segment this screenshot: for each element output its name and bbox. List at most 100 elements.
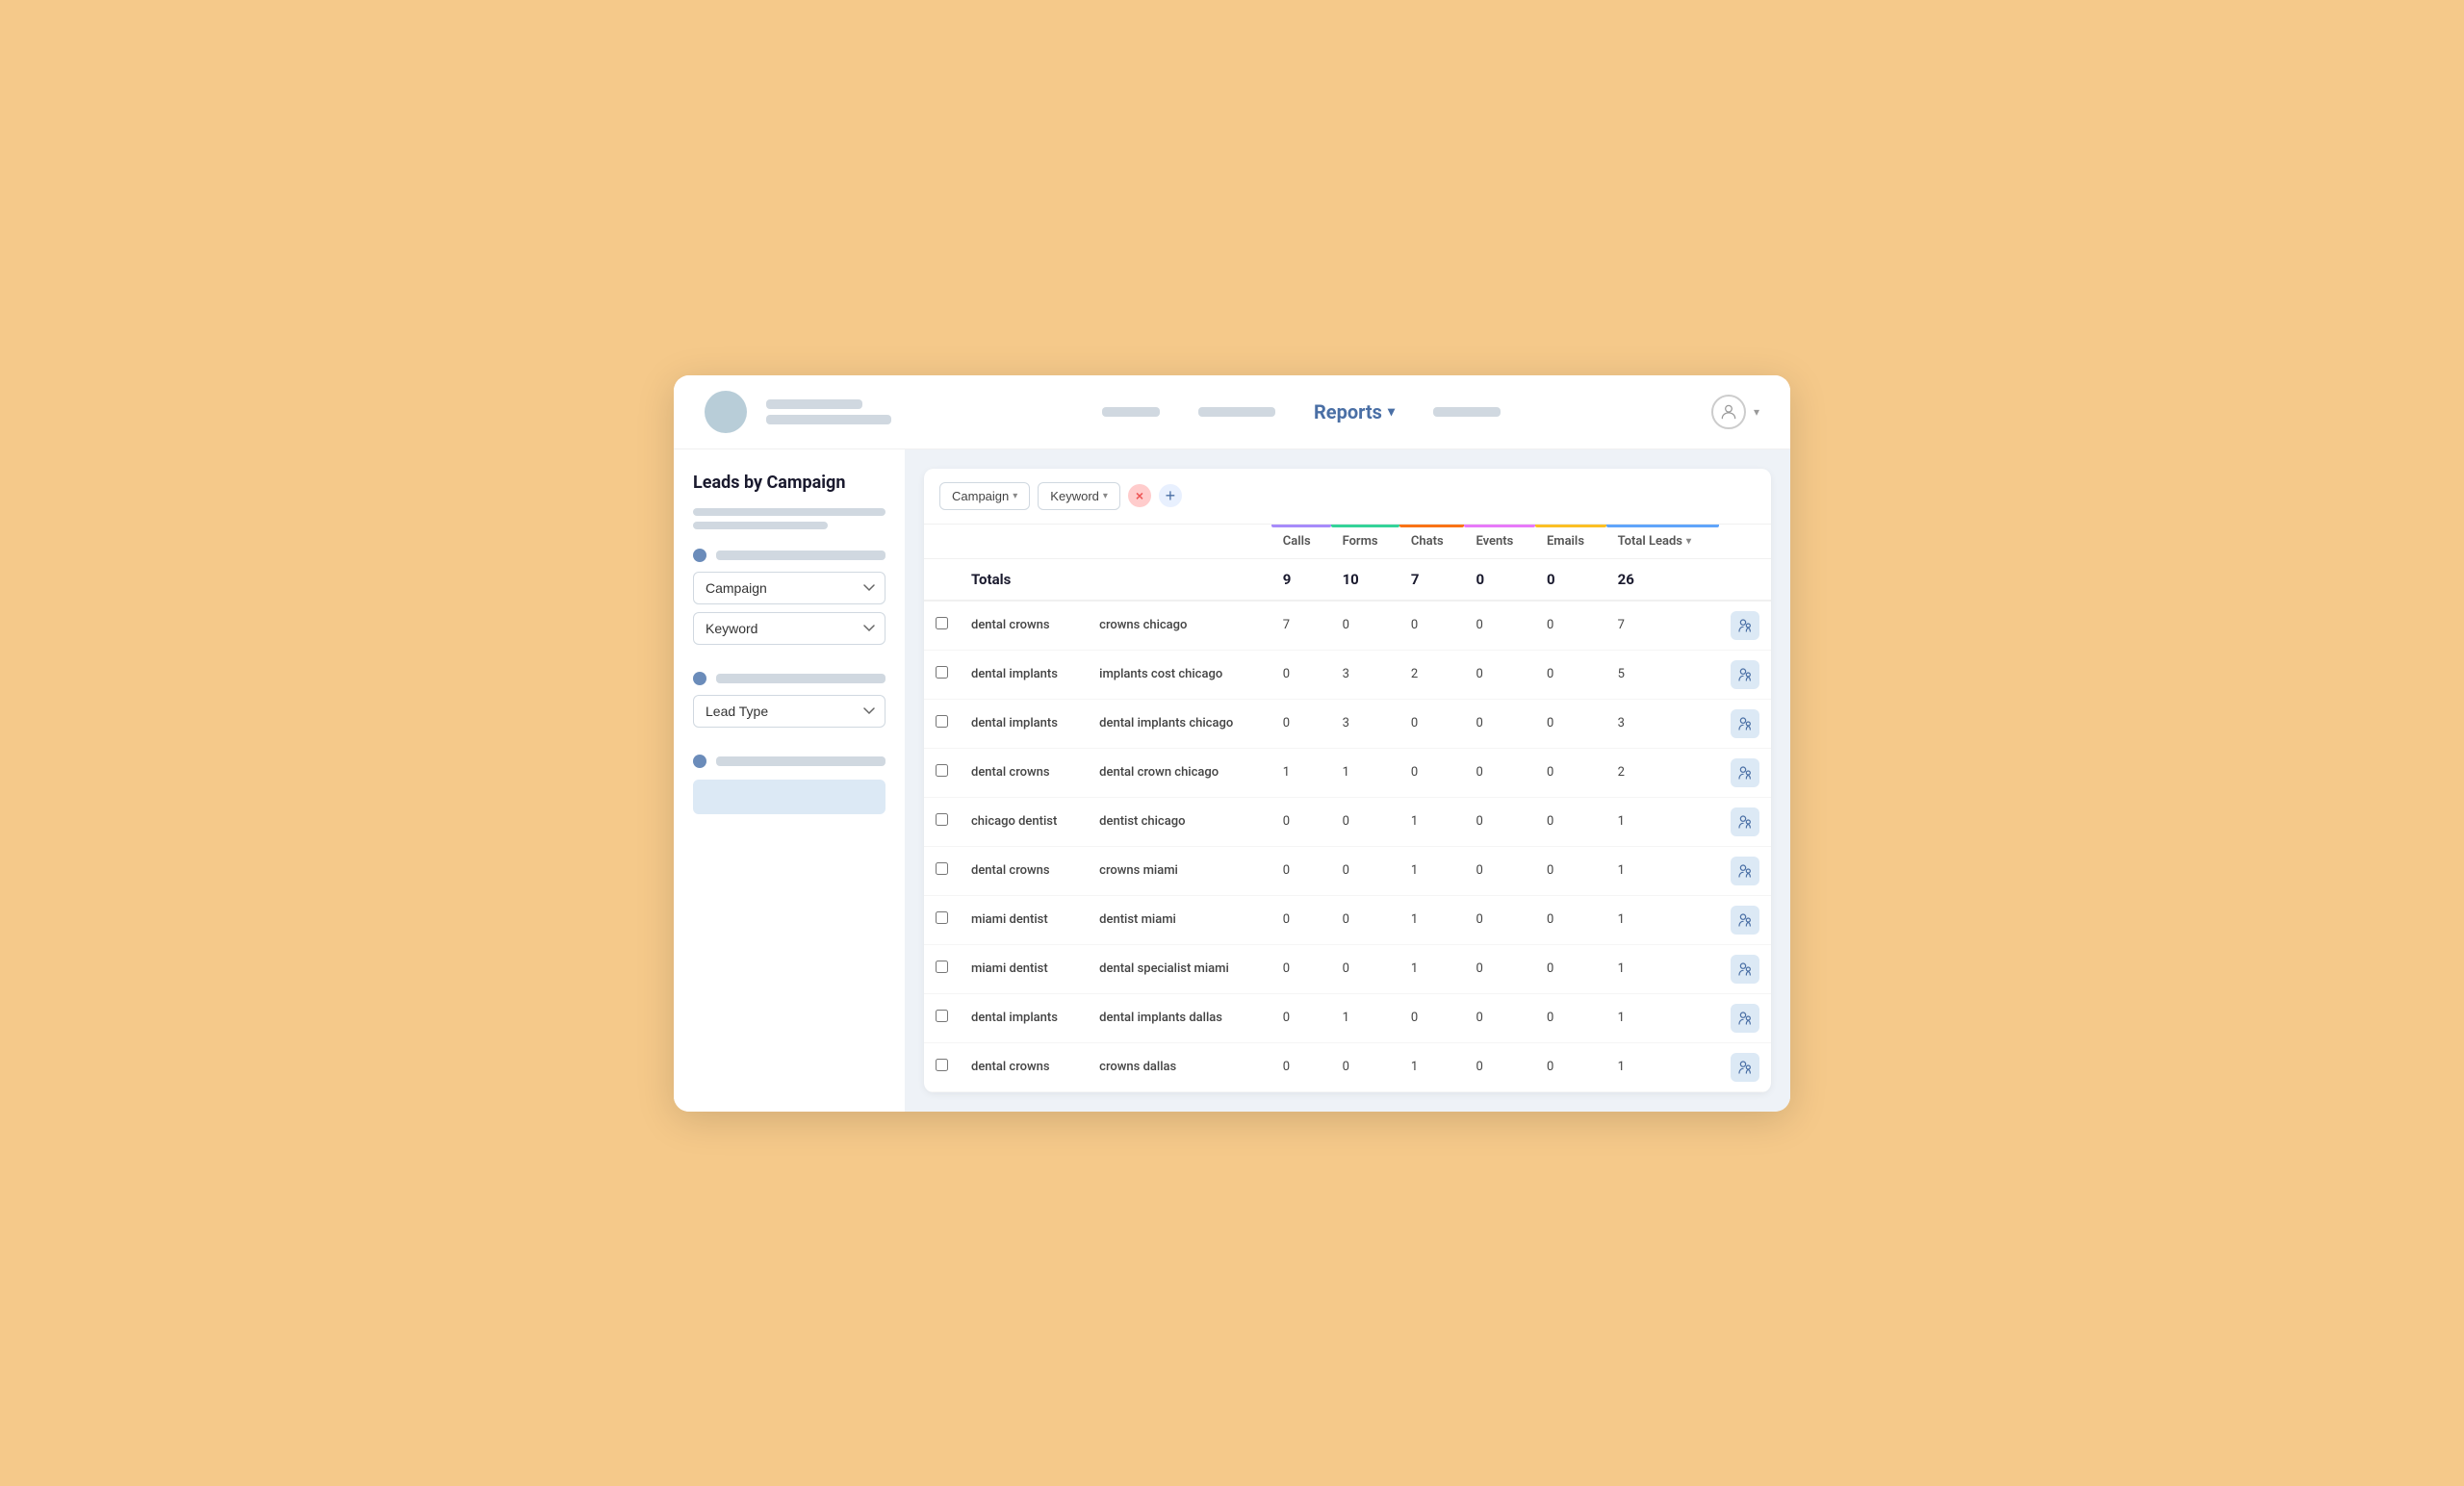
row-checkbox-cell[interactable] bbox=[924, 895, 960, 944]
row-emails: 0 bbox=[1535, 944, 1606, 993]
row-total: 7 bbox=[1606, 601, 1719, 651]
row-checkbox[interactable] bbox=[936, 1059, 948, 1071]
row-forms: 0 bbox=[1331, 1042, 1399, 1091]
filter-close-button[interactable]: × bbox=[1128, 484, 1151, 507]
row-campaign: dental crowns bbox=[960, 748, 1088, 797]
header-nav: Reports ▾ bbox=[911, 400, 1692, 423]
row-checkbox[interactable] bbox=[936, 813, 948, 826]
totals-forms: 10 bbox=[1331, 558, 1399, 601]
campaign-filter-button[interactable]: Campaign ▾ bbox=[939, 482, 1030, 510]
filter-add-button[interactable]: + bbox=[1159, 484, 1182, 507]
row-emails: 0 bbox=[1535, 748, 1606, 797]
row-detail-button[interactable] bbox=[1731, 709, 1759, 738]
row-checkbox-cell[interactable] bbox=[924, 1042, 960, 1091]
row-checkbox[interactable] bbox=[936, 961, 948, 973]
row-keyword: dental implants dallas bbox=[1088, 993, 1271, 1042]
table-card: Campaign ▾ Keyword ▾ × + bbox=[924, 469, 1771, 1092]
row-events: 0 bbox=[1464, 895, 1535, 944]
filter-bar: Campaign ▾ Keyword ▾ × + bbox=[924, 469, 1771, 525]
keyword-select[interactable]: Keyword bbox=[693, 612, 886, 645]
col-total-header[interactable]: Total Leads ▾ bbox=[1606, 525, 1719, 559]
row-campaign: dental crowns bbox=[960, 601, 1088, 651]
row-keyword: dentist miami bbox=[1088, 895, 1271, 944]
row-events: 0 bbox=[1464, 601, 1535, 651]
sidebar-title: Leads by Campaign bbox=[693, 473, 886, 493]
row-emails: 0 bbox=[1535, 1042, 1606, 1091]
row-chats: 1 bbox=[1399, 895, 1465, 944]
row-checkbox[interactable] bbox=[936, 1010, 948, 1022]
row-calls: 0 bbox=[1271, 1042, 1331, 1091]
row-detail-button[interactable] bbox=[1731, 660, 1759, 689]
totals-calls: 9 bbox=[1271, 558, 1331, 601]
col-chats-header: Chats bbox=[1399, 525, 1465, 559]
row-detail-button[interactable] bbox=[1731, 1004, 1759, 1033]
row-checkbox[interactable] bbox=[936, 666, 948, 679]
sidebar-dot-row-1 bbox=[693, 549, 886, 562]
keyword-filter-button[interactable]: Keyword ▾ bbox=[1038, 482, 1120, 510]
row-forms: 0 bbox=[1331, 797, 1399, 846]
row-action-cell bbox=[1719, 797, 1771, 846]
row-emails: 0 bbox=[1535, 699, 1606, 748]
nav-item-1 bbox=[1102, 407, 1160, 417]
row-emails: 0 bbox=[1535, 993, 1606, 1042]
row-checkbox[interactable] bbox=[936, 715, 948, 728]
row-checkbox-cell[interactable] bbox=[924, 699, 960, 748]
row-checkbox-cell[interactable] bbox=[924, 797, 960, 846]
row-campaign: dental crowns bbox=[960, 1042, 1088, 1091]
sidebar-dot-row-2 bbox=[693, 672, 886, 685]
row-checkbox[interactable] bbox=[936, 617, 948, 629]
row-checkbox-cell[interactable] bbox=[924, 601, 960, 651]
row-detail-button[interactable] bbox=[1731, 955, 1759, 984]
row-checkbox-cell[interactable] bbox=[924, 650, 960, 699]
row-keyword: dentist chicago bbox=[1088, 797, 1271, 846]
table-row: dental implants dental implants chicago … bbox=[924, 699, 1771, 748]
totals-emails: 0 bbox=[1535, 558, 1606, 601]
col-calls-header: Calls bbox=[1271, 525, 1331, 559]
row-keyword: dental crown chicago bbox=[1088, 748, 1271, 797]
row-action-cell bbox=[1719, 993, 1771, 1042]
row-detail-button[interactable] bbox=[1731, 857, 1759, 885]
campaign-select[interactable]: Campaign bbox=[693, 572, 886, 604]
row-forms: 0 bbox=[1331, 944, 1399, 993]
row-detail-button[interactable] bbox=[1731, 807, 1759, 836]
row-action-cell bbox=[1719, 748, 1771, 797]
sidebar-section-3 bbox=[693, 755, 886, 814]
lead-type-select[interactable]: Lead Type bbox=[693, 695, 886, 728]
row-checkbox[interactable] bbox=[936, 911, 948, 924]
row-checkbox-cell[interactable] bbox=[924, 846, 960, 895]
row-checkbox[interactable] bbox=[936, 862, 948, 875]
row-events: 0 bbox=[1464, 797, 1535, 846]
sidebar-dot-row-3 bbox=[693, 755, 886, 768]
row-calls: 7 bbox=[1271, 601, 1331, 651]
table-row: dental implants dental implants dallas 0… bbox=[924, 993, 1771, 1042]
row-chats: 1 bbox=[1399, 1042, 1465, 1091]
row-detail-button[interactable] bbox=[1731, 611, 1759, 640]
user-avatar-icon[interactable] bbox=[1711, 395, 1746, 429]
row-keyword: crowns dallas bbox=[1088, 1042, 1271, 1091]
row-campaign: miami dentist bbox=[960, 944, 1088, 993]
campaign-filter-caret-icon: ▾ bbox=[1013, 491, 1017, 501]
row-checkbox[interactable] bbox=[936, 764, 948, 777]
col-checkbox bbox=[924, 525, 960, 559]
campaign-filter-label: Campaign bbox=[952, 489, 1009, 503]
row-checkbox-cell[interactable] bbox=[924, 993, 960, 1042]
row-detail-button[interactable] bbox=[1731, 758, 1759, 787]
row-checkbox-cell[interactable] bbox=[924, 944, 960, 993]
row-calls: 0 bbox=[1271, 699, 1331, 748]
reports-title[interactable]: Reports ▾ bbox=[1314, 400, 1395, 423]
keyword-filter-label: Keyword bbox=[1050, 489, 1099, 503]
row-detail-button[interactable] bbox=[1731, 906, 1759, 935]
row-action-cell bbox=[1719, 601, 1771, 651]
row-checkbox-cell[interactable] bbox=[924, 748, 960, 797]
row-campaign: dental crowns bbox=[960, 846, 1088, 895]
row-total: 1 bbox=[1606, 797, 1719, 846]
row-events: 0 bbox=[1464, 650, 1535, 699]
col-forms-header: Forms bbox=[1331, 525, 1399, 559]
nav-item-3 bbox=[1433, 407, 1501, 417]
row-events: 0 bbox=[1464, 993, 1535, 1042]
total-sort-icon: ▾ bbox=[1686, 536, 1691, 547]
leads-table: Calls Forms Chats bbox=[924, 525, 1771, 1092]
row-events: 0 bbox=[1464, 944, 1535, 993]
row-detail-button[interactable] bbox=[1731, 1053, 1759, 1082]
row-campaign: dental implants bbox=[960, 699, 1088, 748]
